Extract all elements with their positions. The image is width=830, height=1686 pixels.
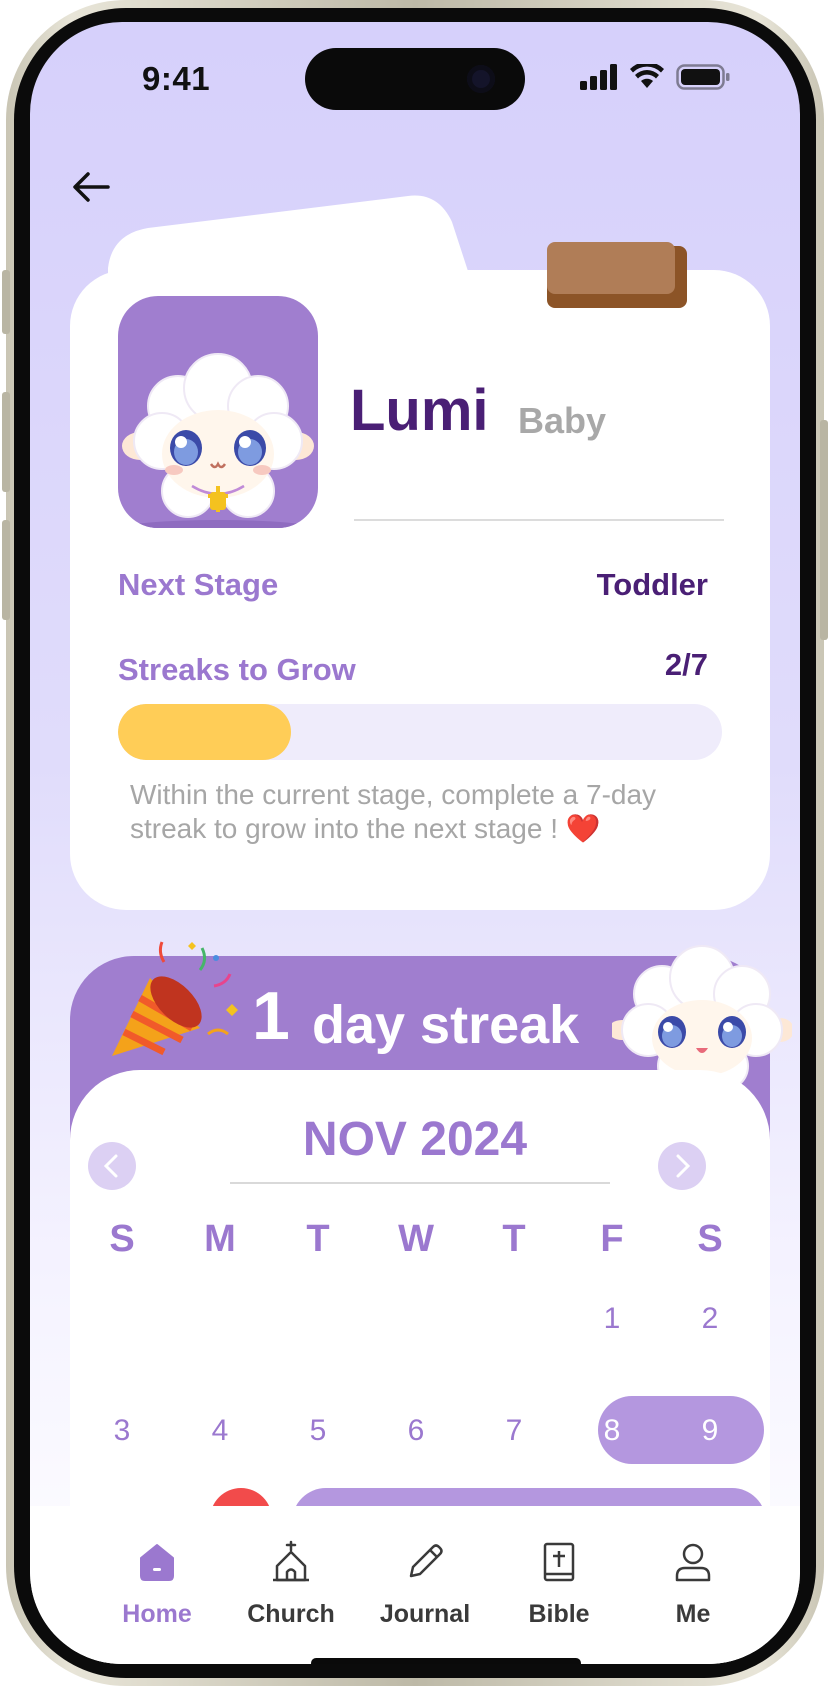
divider [230,1182,610,1184]
weekday-label: W [398,1218,434,1260]
calendar-day[interactable]: 7 [484,1414,544,1448]
next-stage-value: Toddler [596,567,708,602]
calendar-day[interactable]: 3 [92,1414,152,1448]
growth-progress-bar [118,704,722,760]
signal-icon [580,64,617,90]
streaks-to-grow-label: Streaks to Grow [118,652,356,687]
sheep-mascot-icon [612,945,792,1084]
chevron-right-icon [676,1154,691,1178]
home-icon [140,1544,174,1581]
battery-icon [676,64,730,90]
calendar-day[interactable]: 1 [582,1302,642,1336]
person-icon [675,1543,711,1582]
calendar-day-streak[interactable]: 8 [582,1414,642,1448]
pet-stage-badge: Baby [518,400,607,441]
app-screen: 9:41 Lumi Baby Next Stage Toddler Streak… [30,22,800,1664]
divider [354,519,724,521]
next-stage-label: Next Stage [118,567,279,602]
streak-label: day streak [312,995,580,1055]
weekday-label: M [204,1218,236,1260]
wifi-icon [630,64,664,88]
bible-icon [543,1542,575,1582]
calendar-day-streak[interactable]: 9 [680,1414,740,1448]
prev-month-button[interactable] [88,1142,136,1190]
pet-name: Lumi [350,378,489,443]
tab-label: Bible [528,1600,590,1628]
pencil-icon [409,1544,443,1578]
phone-side-button [2,392,10,492]
dynamic-island [305,48,525,110]
wooden-block-decoration [547,242,687,308]
church-icon [273,1540,309,1582]
camera-icon [467,65,495,93]
tab-label: Me [675,1600,711,1628]
tab-label: Journal [379,1600,471,1628]
weekday-label: S [697,1218,723,1260]
tab-me[interactable]: Me [633,1540,753,1629]
growth-progress-fill [118,704,291,760]
weekday-label: T [306,1218,330,1260]
calendar-day[interactable]: 2 [680,1302,740,1336]
streaks-to-grow-value: 2/7 [664,647,708,682]
growth-hint-text: Within the current stage, complete a 7-d… [130,779,657,844]
pet-avatar [118,296,318,528]
next-month-button[interactable] [658,1142,706,1190]
chevron-left-icon [103,1154,118,1178]
party-popper-icon [112,941,238,1056]
status-icons [580,64,730,90]
calendar-day[interactable]: 4 [190,1414,250,1448]
calendar-day[interactable]: 5 [288,1414,348,1448]
status-time: 9:41 [142,60,211,97]
tab-home[interactable]: Home [97,1540,217,1629]
weekday-label: T [502,1218,526,1260]
sheep-mascot-icon [122,353,314,528]
tab-label: Church [247,1600,335,1628]
tab-bible[interactable]: Bible [499,1540,619,1629]
streak-count: 1 [252,978,290,1054]
calendar-day[interactable]: 6 [386,1414,446,1448]
tab-label: Home [122,1600,192,1628]
weekday-label: S [109,1218,135,1260]
phone-side-button [2,520,10,620]
weekday-label: F [600,1218,624,1260]
tab-church[interactable]: Church [231,1540,351,1629]
phone-side-button [2,270,10,334]
phone-side-button [820,420,828,640]
tab-journal[interactable]: Journal [365,1540,485,1629]
home-indicator [311,1658,581,1664]
